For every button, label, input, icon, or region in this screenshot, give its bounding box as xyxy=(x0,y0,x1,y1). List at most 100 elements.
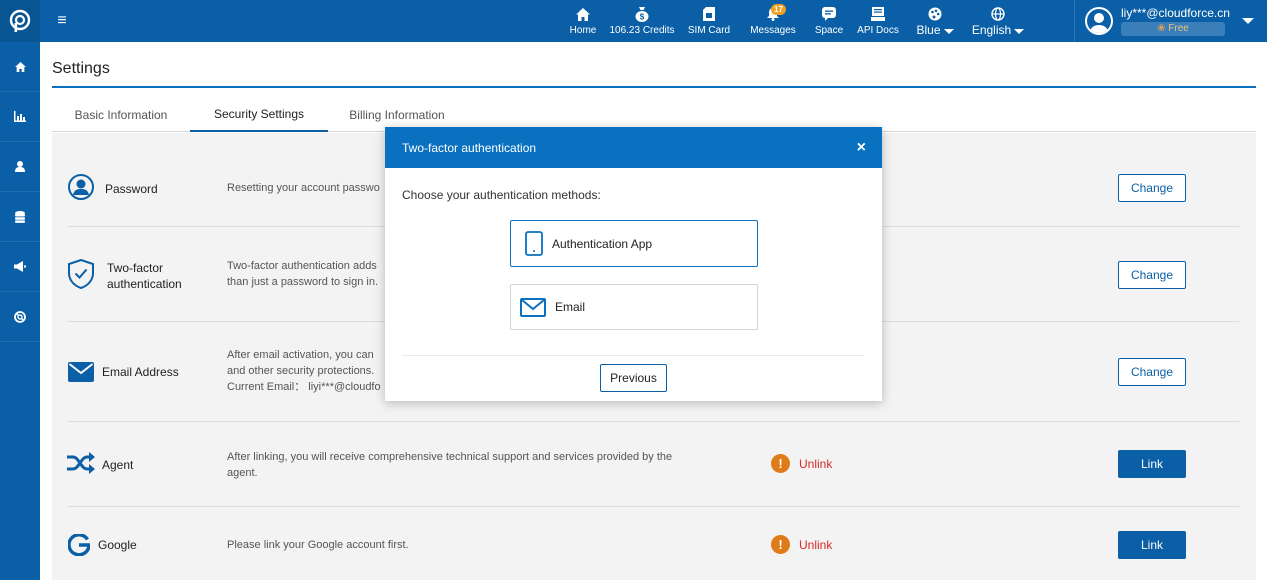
row-description: After email activation, you can and othe… xyxy=(227,347,381,395)
title-divider xyxy=(52,86,1256,88)
row-description-line: than just a password to sign in. xyxy=(227,276,379,288)
modal-title: Two-factor authentication xyxy=(402,140,537,155)
email-option-label: Email xyxy=(555,300,586,314)
nav-messages-label: Messages xyxy=(750,25,796,36)
warning-icon: ! xyxy=(771,454,790,473)
globe-icon xyxy=(991,6,1005,22)
envelope-icon xyxy=(520,297,546,317)
nav-messages[interactable]: 17 Messages xyxy=(738,0,808,42)
change-email-button[interactable]: Change xyxy=(1118,358,1186,386)
home-icon xyxy=(576,6,590,22)
chat-icon xyxy=(822,6,836,22)
database-icon xyxy=(15,210,25,223)
nav-home[interactable]: Home xyxy=(562,0,604,42)
sidebar-item-statistics[interactable] xyxy=(0,92,40,142)
sidebar-item-database[interactable] xyxy=(0,192,40,242)
warning-icon: ! xyxy=(771,535,790,554)
modal-divider xyxy=(402,355,865,356)
row-label-line: authentication xyxy=(107,277,182,291)
agent-status: ! Unlink xyxy=(771,454,832,473)
sidebar-item-support[interactable] xyxy=(0,292,40,342)
nav-home-label: Home xyxy=(569,25,597,36)
tab-basic-information[interactable]: Basic Information xyxy=(52,98,190,132)
row-description: After linking, you will receive comprehe… xyxy=(227,449,672,481)
row-agent: Agent After linking, you will receive co… xyxy=(67,423,1239,507)
modal-header: Two-factor authentication × xyxy=(385,127,882,168)
top-nav: Home $ 106.23 Credits SIM Card 17 Messag… xyxy=(562,0,1032,42)
envelope-icon xyxy=(67,361,95,383)
row-description: Two-factor authentication adds than just… xyxy=(227,258,378,290)
home-icon xyxy=(14,61,26,72)
user-circle-icon xyxy=(67,173,95,201)
nav-divider xyxy=(1074,0,1075,42)
money-bag-icon: $ xyxy=(635,6,649,22)
google-icon xyxy=(67,533,91,557)
nav-theme-select[interactable]: Blue xyxy=(906,0,964,42)
modal-subtitle: Choose your authentication methods: xyxy=(402,188,601,202)
crown-icon: ❀ xyxy=(1157,23,1166,34)
chevron-down-icon xyxy=(1014,29,1025,34)
tab-security-settings[interactable]: Security Settings xyxy=(190,98,328,132)
row-description: Resetting your account passwo xyxy=(227,182,380,194)
link-agent-button[interactable]: Link xyxy=(1118,450,1186,478)
user-email: liy***@cloudforce.cn xyxy=(1121,6,1230,20)
sidebar xyxy=(0,42,40,580)
change-password-button[interactable]: Change xyxy=(1118,174,1186,202)
menu-toggle-icon[interactable]: ≡ xyxy=(52,12,72,30)
row-description-line: After email activation, you can xyxy=(227,349,374,361)
sim-card-icon xyxy=(703,6,715,22)
chevron-down-icon xyxy=(943,29,954,34)
auth-app-label: Authentication App xyxy=(552,236,653,251)
two-factor-modal: Two-factor authentication × Choose your … xyxy=(385,127,882,401)
email-option[interactable]: Email xyxy=(510,284,758,330)
shield-check-icon xyxy=(67,258,95,290)
nav-api-docs-label: API Docs xyxy=(857,25,899,36)
change-two-factor-button[interactable]: Change xyxy=(1118,261,1186,289)
nav-api-docs[interactable]: API Docs xyxy=(850,0,906,42)
google-status: ! Unlink xyxy=(771,535,832,554)
messages-badge: 17 xyxy=(771,4,786,15)
plan-badge: ❀ Free xyxy=(1121,22,1225,36)
nav-sim-card[interactable]: SIM Card xyxy=(680,0,738,42)
row-label-line: Two-factor xyxy=(107,261,164,275)
row-google: Google Please link your Google account f… xyxy=(67,508,1239,580)
user-icon xyxy=(15,161,25,172)
nav-language-select[interactable]: English xyxy=(964,0,1032,42)
nav-space-label: Space xyxy=(814,25,844,36)
nav-theme-label: Blue xyxy=(916,23,941,37)
close-icon[interactable]: × xyxy=(857,139,866,157)
row-label: Agent xyxy=(102,458,134,472)
shuffle-icon xyxy=(67,451,95,475)
auth-app-option[interactable]: Authentication App xyxy=(510,220,758,267)
row-description-line: and other security protections. xyxy=(227,365,375,377)
sidebar-item-marketing[interactable] xyxy=(0,242,40,292)
row-description-line: Two-factor authentication adds xyxy=(227,260,377,272)
row-label: Email Address xyxy=(102,365,179,379)
sidebar-item-account[interactable] xyxy=(0,142,40,192)
row-description: Please link your Google account first. xyxy=(227,539,409,551)
page-title: Settings xyxy=(52,60,110,77)
user-menu-chevron-icon[interactable] xyxy=(1241,18,1254,24)
previous-button[interactable]: Previous xyxy=(600,364,667,392)
support-icon xyxy=(14,310,26,323)
row-description-line: After linking, you will receive comprehe… xyxy=(227,451,673,463)
nav-credits[interactable]: $ 106.23 Credits xyxy=(604,0,680,42)
logo[interactable] xyxy=(0,0,40,42)
status-label: Unlink xyxy=(799,537,833,552)
nav-space[interactable]: Space xyxy=(808,0,850,42)
row-label: Password xyxy=(105,182,158,196)
sidebar-item-home[interactable] xyxy=(0,42,40,92)
row-label: Google xyxy=(98,538,137,552)
row-description-line: Current Email： liyi***@cloudfo xyxy=(227,381,381,393)
user-menu[interactable]: liy***@cloudforce.cn ❀ Free xyxy=(1085,0,1267,42)
nav-credits-label: 106.23 Credits xyxy=(609,25,675,36)
palette-icon xyxy=(928,6,942,22)
nav-sim-card-label: SIM Card xyxy=(687,25,731,36)
plan-label: Free xyxy=(1168,23,1189,34)
nav-language-label: English xyxy=(971,23,1012,37)
top-bar: ≡ Home $ 106.23 Credits SIM Card 17 Mess xyxy=(0,0,1267,42)
megaphone-icon xyxy=(14,261,26,272)
link-google-button[interactable]: Link xyxy=(1118,531,1186,559)
user-avatar-icon xyxy=(1090,13,1108,33)
api-icon xyxy=(871,6,885,22)
